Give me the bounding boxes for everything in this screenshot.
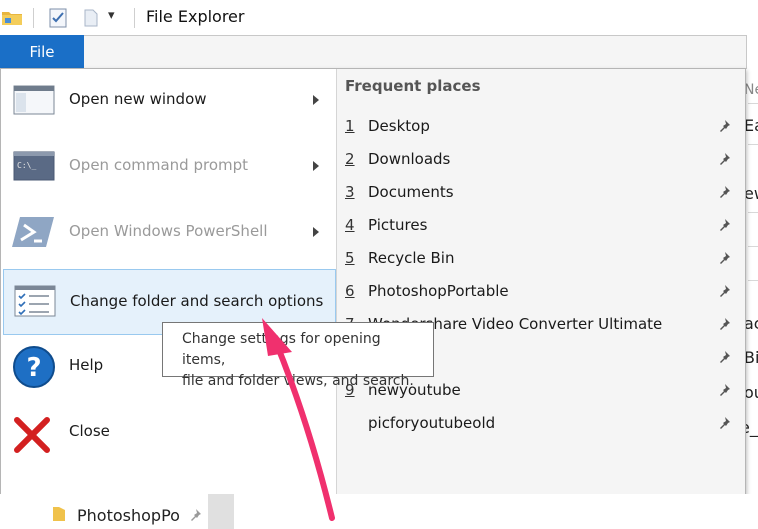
- annotation-arrow-icon: [262, 318, 335, 521]
